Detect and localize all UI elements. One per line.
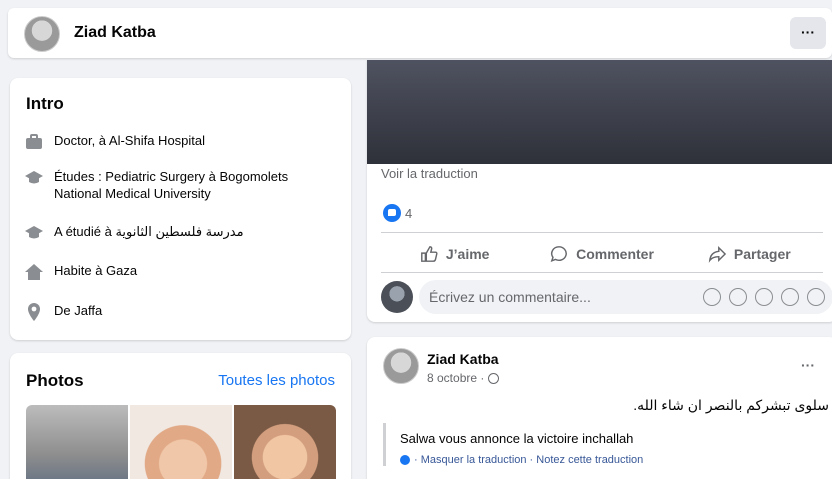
photos-title: Photos bbox=[26, 371, 84, 390]
divider bbox=[381, 272, 823, 273]
like-button[interactable]: J’aime bbox=[381, 236, 528, 272]
sticker-icon[interactable] bbox=[807, 288, 825, 306]
profile-header-bar: Ziad Katba ··· bbox=[8, 8, 832, 58]
intro-item-lives: Habite à Gaza bbox=[24, 262, 334, 282]
intro-item-school: A étudié à مدرسة فلسطين الثانوية bbox=[24, 223, 334, 243]
post-date[interactable]: 8 octobre · bbox=[427, 371, 484, 385]
intro-item-label: De Jaffa bbox=[54, 303, 103, 318]
intro-item-label: A étudié à مدرسة فلسطين الثانوية bbox=[54, 224, 244, 239]
home-icon bbox=[25, 264, 43, 280]
comment-label: Commenter bbox=[576, 246, 654, 262]
photo-thumbnail[interactable] bbox=[234, 405, 336, 479]
post-meta: 8 octobre · bbox=[427, 371, 500, 385]
post-card: Ziad Katba 8 octobre · ··· سلوى تبشركم ب… bbox=[367, 337, 832, 479]
commenter-avatar[interactable] bbox=[381, 281, 413, 313]
like-label: J’aime bbox=[445, 246, 490, 262]
reaction-count: 4 bbox=[405, 205, 413, 221]
briefcase-icon bbox=[26, 134, 42, 149]
translated-text: Salwa vous annonce la victoire inchallah bbox=[400, 431, 634, 446]
reaction-summary[interactable]: 4 bbox=[383, 204, 412, 222]
post-more-button[interactable]: ··· bbox=[801, 357, 815, 373]
post-actions: J’aime Commenter Partager bbox=[381, 236, 823, 272]
gif-icon[interactable] bbox=[781, 288, 799, 306]
photos-card: Photos Toutes les photos bbox=[10, 353, 351, 479]
intro-item-from: De Jaffa bbox=[24, 302, 334, 322]
share-arrow-icon bbox=[708, 245, 726, 263]
comment-bubble-icon bbox=[550, 246, 567, 262]
graduation-cap-icon bbox=[25, 171, 43, 184]
share-label: Partager bbox=[733, 246, 791, 262]
intro-card: Intro Doctor, à Al-Shifa Hospital Études… bbox=[10, 78, 351, 340]
photo-thumbnail[interactable] bbox=[130, 405, 232, 479]
post-card: Voir la traduction 4 J’aime Commenter Pa… bbox=[367, 60, 832, 322]
see-translation-link[interactable]: Voir la traduction bbox=[381, 166, 478, 181]
comment-button[interactable]: Commenter bbox=[528, 236, 675, 272]
intro-item-label: Études : Pediatric Surgery à Bogomolets … bbox=[54, 169, 289, 201]
more-options-button[interactable]: ··· bbox=[790, 17, 826, 49]
emoji-icon[interactable] bbox=[729, 288, 747, 306]
intro-item-label: Habite à Gaza bbox=[54, 263, 138, 278]
comment-tools bbox=[703, 288, 825, 306]
camera-icon[interactable] bbox=[755, 288, 773, 306]
share-button[interactable]: Partager bbox=[676, 236, 823, 272]
author-avatar[interactable] bbox=[383, 348, 419, 384]
profile-avatar[interactable] bbox=[24, 16, 60, 52]
translation-links: · Masquer la traduction · Notez cette tr… bbox=[400, 454, 832, 466]
intro-item-label: Doctor, à Al-Shifa Hospital bbox=[54, 133, 206, 148]
all-photos-link[interactable]: Toutes les photos bbox=[218, 372, 335, 389]
profile-name[interactable]: Ziad Katba bbox=[74, 24, 156, 42]
globe-icon bbox=[488, 372, 500, 384]
avatar-sticker-icon[interactable] bbox=[703, 288, 721, 306]
photo-thumbnail[interactable] bbox=[26, 405, 128, 479]
graduation-cap-icon bbox=[25, 226, 43, 239]
location-pin-icon bbox=[28, 303, 40, 321]
divider bbox=[381, 232, 823, 233]
intro-title: Intro bbox=[26, 94, 64, 113]
gear-icon bbox=[400, 455, 410, 465]
thumbs-up-icon bbox=[420, 246, 438, 262]
translation-options-link[interactable]: · Masquer la traduction · Notez cette tr… bbox=[414, 454, 643, 466]
intro-item-work: Doctor, à Al-Shifa Hospital bbox=[24, 132, 334, 152]
post-text: سلوى تبشركم بالنصر ان شاء الله. bbox=[633, 397, 829, 413]
translation-block: Salwa vous annonce la victoire inchallah… bbox=[383, 423, 832, 466]
post-author[interactable]: Ziad Katba bbox=[427, 351, 499, 367]
post-image[interactable] bbox=[367, 60, 832, 164]
comment-input[interactable]: Écrivez un commentaire... bbox=[419, 280, 832, 314]
comment-placeholder: Écrivez un commentaire... bbox=[429, 289, 591, 305]
like-reaction-icon bbox=[383, 204, 401, 222]
intro-item-studies: Études : Pediatric Surgery à Bogomolets … bbox=[24, 168, 334, 202]
